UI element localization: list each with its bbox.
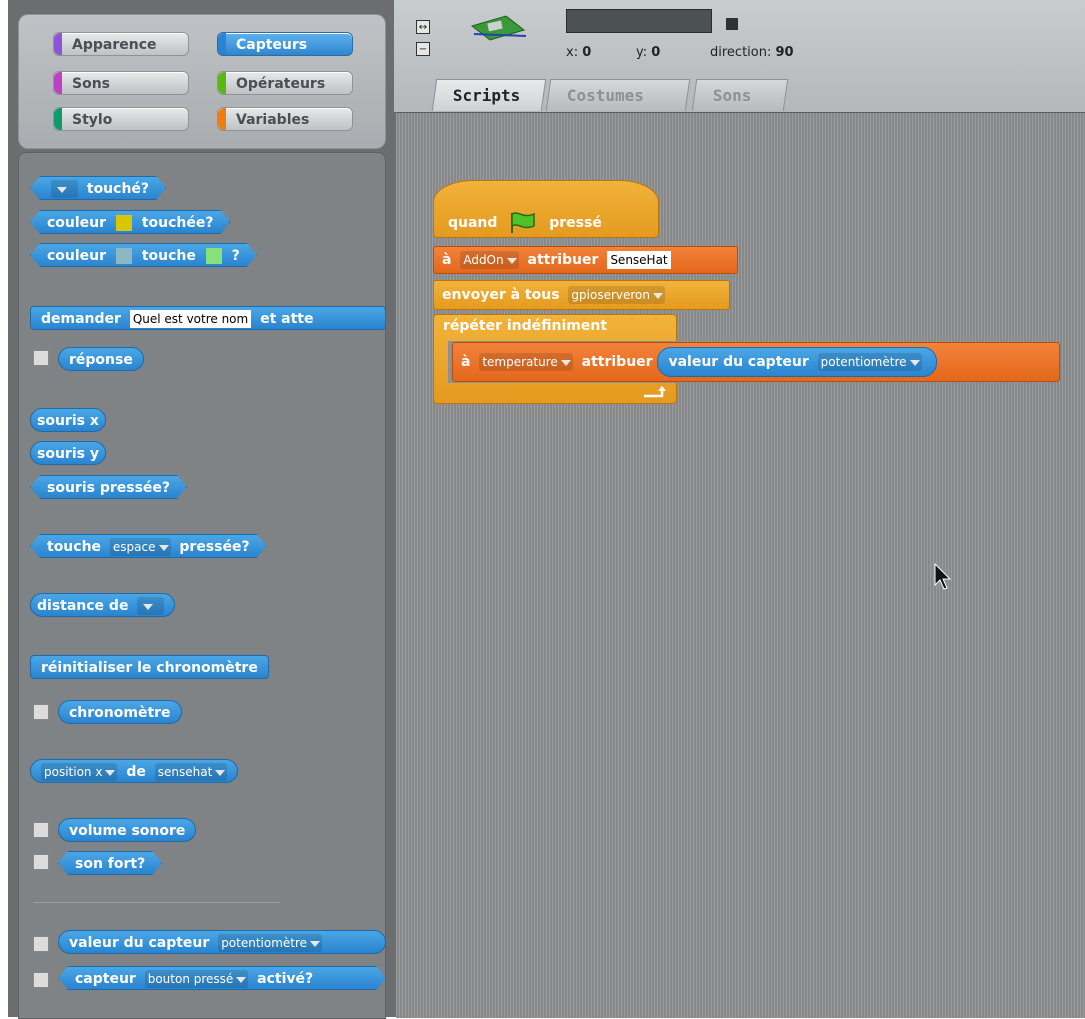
block-loud[interactable]: son fort?: [58, 851, 162, 875]
block-sensor-active[interactable]: capteur bouton pressé activé?: [58, 966, 386, 990]
category-sensing[interactable]: Capteurs: [217, 32, 353, 56]
checkbox[interactable]: [33, 822, 49, 838]
block-touching[interactable]: touché?: [30, 176, 166, 200]
checkbox[interactable]: [33, 350, 49, 366]
collapse-icon[interactable]: −: [416, 42, 430, 56]
block-attribute-of[interactable]: position x de sensehat: [30, 759, 239, 783]
block-set-variable[interactable]: à temperature attribuer valeur du capteu…: [452, 342, 1060, 382]
variable-dropdown[interactable]: AddOn: [460, 251, 519, 269]
divider: [34, 902, 280, 903]
block-broadcast[interactable]: envoyer à tous gpioserveron: [433, 280, 730, 310]
direction: direction: 90: [710, 45, 794, 60]
key-dropdown[interactable]: espace: [110, 538, 171, 556]
message-dropdown[interactable]: gpioserveron: [568, 286, 666, 304]
category-sound[interactable]: Sons: [53, 71, 189, 95]
block-key-pressed[interactable]: touche espace pressée?: [30, 534, 267, 558]
block-set-variable[interactable]: à AddOn attribuer SenseHat: [433, 246, 738, 274]
mouse-cursor-icon: [934, 563, 952, 590]
sprite-name-field[interactable]: [566, 9, 712, 33]
ask-input[interactable]: Quel est votre nom: [129, 310, 252, 328]
checkbox[interactable]: [33, 854, 49, 870]
block-answer[interactable]: réponse: [58, 347, 144, 371]
value-input[interactable]: SenseHat: [607, 251, 671, 269]
lock-icon[interactable]: [726, 18, 738, 30]
color-swatch[interactable]: [116, 215, 132, 231]
category-operators[interactable]: Opérateurs: [217, 71, 353, 95]
sensor-dropdown[interactable]: potentiomètre: [218, 934, 323, 952]
category-variables[interactable]: Variables: [217, 107, 353, 131]
block-color-touching[interactable]: couleur touchée?: [30, 210, 230, 234]
checkbox[interactable]: [33, 972, 49, 988]
block-ask[interactable]: demander Quel est votre nom et atte: [30, 306, 386, 330]
attribute-dropdown[interactable]: position x: [41, 763, 118, 781]
category-pen[interactable]: Stylo: [53, 107, 189, 131]
tab-scripts[interactable]: Scripts: [431, 79, 547, 111]
color-swatch[interactable]: [206, 248, 222, 264]
object-dropdown[interactable]: sensehat: [154, 763, 228, 781]
block-mouse-down[interactable]: souris pressée?: [30, 475, 187, 499]
block-timer[interactable]: chronomètre: [58, 700, 182, 724]
block-distance-to[interactable]: distance de: [30, 593, 176, 617]
hat-label: quand pressé: [448, 211, 602, 235]
category-panel: Apparence Capteurs Sons Opérateurs Stylo…: [18, 14, 386, 149]
loop-arrow-icon: [644, 386, 666, 398]
block-mouse-y[interactable]: souris y: [30, 441, 106, 465]
block-color-is-touching-color[interactable]: couleur touche ?: [30, 243, 257, 267]
sensor-dropdown[interactable]: bouton pressé: [145, 970, 249, 988]
category-looks[interactable]: Apparence: [53, 32, 189, 56]
block-mouse-x[interactable]: souris x: [30, 408, 106, 432]
checkbox[interactable]: [33, 936, 49, 952]
tab-costumes[interactable]: Costumes: [545, 79, 691, 111]
reporter-sensor-value[interactable]: valeur du capteur potentiomètre: [657, 347, 937, 377]
tab-sounds[interactable]: Sons: [691, 79, 789, 111]
block-reset-timer[interactable]: réinitialiser le chronomètre: [30, 655, 269, 679]
y-coordinate: y: 0: [636, 45, 661, 60]
color-swatch[interactable]: [116, 248, 132, 264]
block-palette: [18, 152, 386, 1019]
touching-dropdown[interactable]: [51, 180, 78, 198]
checkbox[interactable]: [33, 704, 49, 720]
rotation-style-icon[interactable]: ↔: [416, 20, 430, 34]
block-loudness[interactable]: volume sonore: [58, 818, 197, 842]
forever-label: répéter indéfiniment: [443, 318, 608, 334]
variable-dropdown[interactable]: temperature: [479, 353, 573, 371]
distance-dropdown[interactable]: [137, 597, 165, 615]
green-flag-icon: [511, 212, 536, 233]
sensor-dropdown[interactable]: potentiomètre: [817, 353, 922, 371]
block-sensor-value[interactable]: valeur du capteur potentiomètre: [58, 930, 386, 954]
sprite-thumbnail-icon[interactable]: [468, 12, 528, 44]
x-coordinate: x: 0: [566, 45, 592, 60]
